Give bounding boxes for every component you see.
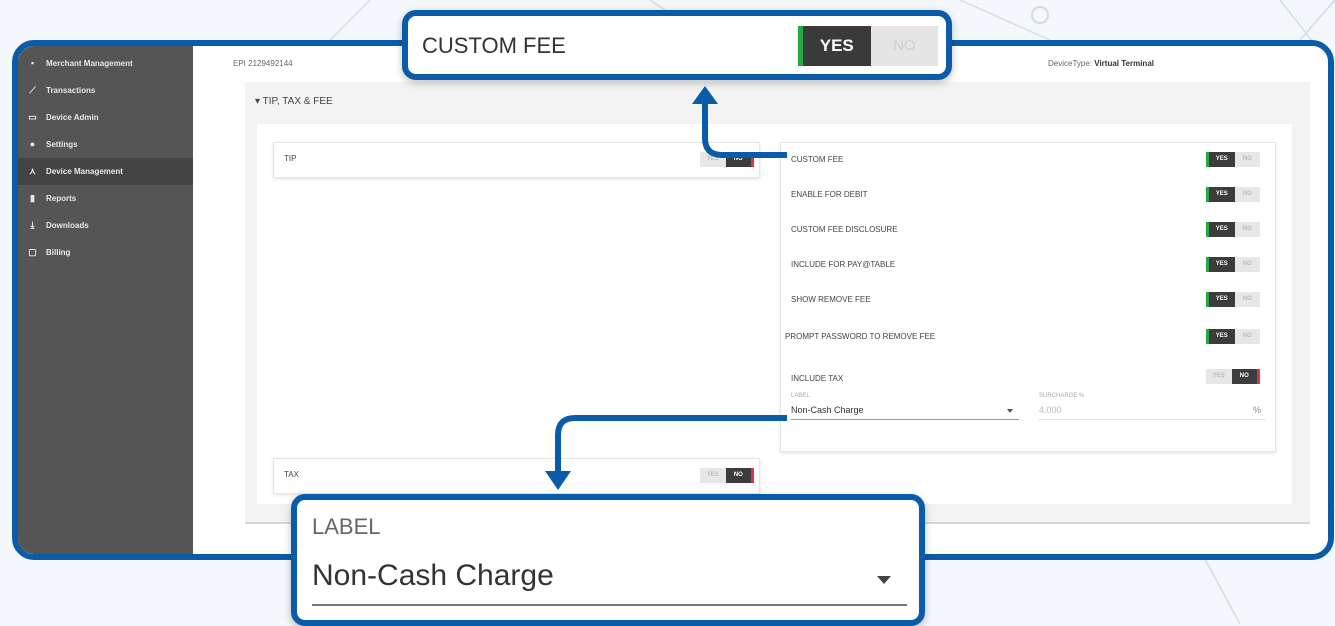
toggle-yes[interactable]: YES xyxy=(1206,292,1235,307)
toggle-no[interactable]: NO xyxy=(725,468,754,483)
custom-fee-label: CUSTOM FEE xyxy=(791,155,844,164)
sidebar-item-label: Device Management xyxy=(46,167,123,176)
sidebar-item-reports[interactable]: ▮ Reports xyxy=(18,185,193,212)
prompt-password-toggle[interactable]: YES NO xyxy=(1206,329,1260,344)
toggle-yes[interactable]: YES xyxy=(700,468,726,483)
chart-line-icon: ⟋ xyxy=(29,85,36,95)
section-title: TIP, TAX & FEE xyxy=(262,96,333,107)
sidebar-item-merchant-management[interactable]: ▪ Merchant Management xyxy=(18,50,193,77)
tip-tax-fee-section: ▾ TIP, TAX & FEE TIP YES NO TAX YES NO C… xyxy=(245,82,1310,524)
gear-icon: ● xyxy=(29,139,36,149)
toggle-yes[interactable]: YES xyxy=(798,26,871,66)
label-zoom-callout: LABEL Non-Cash Charge xyxy=(291,494,925,626)
surcharge-unit: % xyxy=(1253,405,1262,415)
collapse-caret-icon: ▾ xyxy=(255,96,261,107)
tax-label: TAX xyxy=(284,470,299,479)
include-tax-toggle[interactable]: YES NO xyxy=(1206,369,1260,384)
surcharge-field-caption: SURCHARGE % xyxy=(1039,393,1085,399)
label-zoom-value[interactable]: Non-Cash Charge xyxy=(312,559,554,593)
app-window: ▪ Merchant Management ⟋ Transactions ▭ D… xyxy=(12,40,1334,560)
enable-for-debit-toggle[interactable]: YES NO xyxy=(1206,187,1260,202)
epi-text: EPI 2129492144 xyxy=(233,59,293,68)
tip-label: TIP xyxy=(284,154,297,163)
section-header[interactable]: ▾ TIP, TAX & FEE xyxy=(255,96,333,107)
sidebar-item-billing[interactable]: ▢ Billing xyxy=(18,239,193,266)
tip-toggle[interactable]: YES NO xyxy=(700,152,754,167)
toggle-yes[interactable]: YES xyxy=(1206,257,1235,272)
tax-toggle[interactable]: YES NO xyxy=(700,468,754,483)
dropdown-caret-icon[interactable] xyxy=(1007,409,1013,413)
custom-fee-zoom-title: CUSTOM FEE xyxy=(422,33,566,58)
sidebar-item-label: Device Admin xyxy=(46,113,99,122)
label-field-value[interactable]: Non-Cash Charge xyxy=(791,405,864,415)
sidebar-item-label: Billing xyxy=(46,248,71,257)
toggle-no[interactable]: NO xyxy=(1234,222,1260,237)
custom-fee-zoom-callout: CUSTOM FEE YES NO xyxy=(402,10,952,80)
toggle-yes[interactable]: YES xyxy=(1206,152,1235,167)
toggle-no[interactable]: NO xyxy=(1234,187,1260,202)
sidebar-item-device-management[interactable]: ⋏ Device Management xyxy=(18,158,193,185)
tax-card: TAX YES NO xyxy=(273,458,760,494)
sidebar-item-label: Transactions xyxy=(46,86,96,95)
custom-fee-disclosure-label: CUSTOM FEE DISCLOSURE xyxy=(791,225,898,234)
sidebar-item-settings[interactable]: ● Settings xyxy=(18,131,193,158)
label-zoom-underline xyxy=(312,604,907,606)
toggle-no[interactable]: NO xyxy=(1234,257,1260,272)
toggle-yes[interactable]: YES xyxy=(1206,222,1235,237)
building-icon: ▪ xyxy=(30,58,35,68)
toggle-yes[interactable]: YES xyxy=(700,152,726,167)
sidebar-item-transactions[interactable]: ⟋ Transactions xyxy=(18,77,193,104)
sidebar-item-label: Downloads xyxy=(46,221,89,230)
surcharge-field-value[interactable]: 4.000 xyxy=(1039,405,1062,415)
toggle-yes[interactable]: YES xyxy=(1206,369,1232,384)
toggle-yes[interactable]: YES xyxy=(1206,329,1235,344)
show-remove-fee-toggle[interactable]: YES NO xyxy=(1206,292,1260,307)
toggle-no[interactable]: NO xyxy=(1234,152,1260,167)
custom-fee-toggle[interactable]: YES NO xyxy=(1206,152,1260,167)
include-for-pay-at-table-toggle[interactable]: YES NO xyxy=(1206,257,1260,272)
fee-card: CUSTOM FEE YES NO ENABLE FOR DEBIT YES N… xyxy=(780,142,1276,452)
enable-for-debit-label: ENABLE FOR DEBIT xyxy=(791,190,868,199)
sidebar-item-downloads[interactable]: ⤓ Downloads xyxy=(18,212,193,239)
billing-icon: ▢ xyxy=(28,247,37,257)
toggle-no[interactable]: NO xyxy=(1234,329,1260,344)
toggle-no[interactable]: NO xyxy=(870,26,938,66)
toggle-no[interactable]: NO xyxy=(1231,369,1260,384)
toggle-no[interactable]: NO xyxy=(725,152,754,167)
device-type-label: DeviceType: xyxy=(1048,59,1093,68)
device-type-value: Virtual Terminal xyxy=(1094,59,1154,68)
sidebar-item-device-admin[interactable]: ▭ Device Admin xyxy=(18,104,193,131)
sidebar-item-label: Merchant Management xyxy=(46,59,133,68)
custom-fee-disclosure-toggle[interactable]: YES NO xyxy=(1206,222,1260,237)
toggle-no[interactable]: NO xyxy=(1234,292,1260,307)
tip-card: TIP YES NO xyxy=(273,142,760,178)
label-field-underline xyxy=(791,419,1019,420)
label-zoom-caption: LABEL xyxy=(312,514,381,539)
sidebar: ▪ Merchant Management ⟋ Transactions ▭ D… xyxy=(18,46,193,554)
download-icon: ⤓ xyxy=(30,220,35,230)
prompt-password-label: PROMPT PASSWORD TO REMOVE FEE xyxy=(785,332,936,341)
device-icon: ▭ xyxy=(28,112,37,122)
include-for-pay-at-table-label: INCLUDE FOR PAY@TABLE xyxy=(791,260,896,269)
custom-fee-zoom-toggle[interactable]: YES NO xyxy=(798,26,938,66)
toggle-yes[interactable]: YES xyxy=(1206,187,1235,202)
label-field-caption: LABEL xyxy=(791,393,810,399)
include-tax-label: INCLUDE TAX xyxy=(791,374,844,383)
document-icon: ▮ xyxy=(30,193,35,203)
network-icon: ⋏ xyxy=(29,166,36,176)
device-type-text: DeviceType: Virtual Terminal xyxy=(1048,59,1154,68)
show-remove-fee-label: SHOW REMOVE FEE xyxy=(791,295,871,304)
main-content: EPI 2129492144 DeviceType: Virtual Termi… xyxy=(193,46,1328,554)
dropdown-caret-icon[interactable] xyxy=(877,576,891,584)
section-body: TIP YES NO TAX YES NO CUSTOM FEE YES NO … xyxy=(257,124,1292,504)
sidebar-item-label: Reports xyxy=(46,194,77,203)
surcharge-field-underline xyxy=(1039,419,1265,420)
sidebar-item-label: Settings xyxy=(46,140,78,149)
